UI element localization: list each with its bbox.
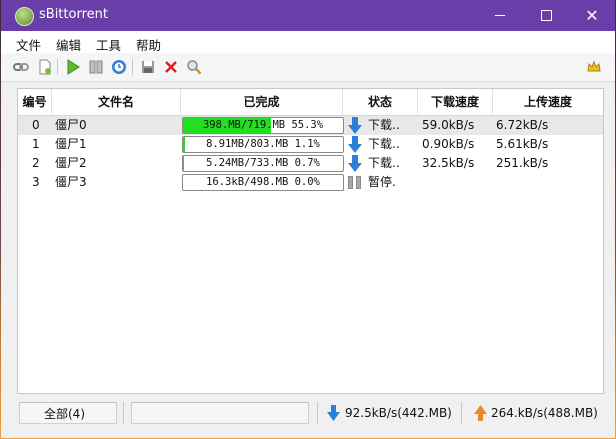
status-divider xyxy=(317,402,318,424)
row-name: 僵尸1 xyxy=(55,137,87,151)
column-header-up-speed[interactable]: 上传速度 xyxy=(493,89,603,115)
add-link-button[interactable] xyxy=(12,58,30,76)
delete-button[interactable] xyxy=(162,58,180,76)
pause-button[interactable] xyxy=(87,58,105,76)
column-header-id[interactable]: 编号 xyxy=(18,89,52,115)
progress-bar: 8.91MB/803.MB 1.1% xyxy=(182,136,344,153)
progress-text: 16.3kB/498.MB 0.0% xyxy=(206,176,320,188)
progress-text: 398.MB/719.MB 55.3% xyxy=(202,119,324,131)
toolbar-separator xyxy=(132,59,133,75)
toolbar-separator xyxy=(57,59,58,75)
clock-icon xyxy=(112,60,126,74)
pause-icon xyxy=(89,60,103,74)
new-file-icon xyxy=(39,59,51,75)
download-arrow-icon xyxy=(327,405,340,421)
play-icon xyxy=(67,59,80,75)
search-button[interactable] xyxy=(185,58,203,76)
menu-file[interactable]: 文件 xyxy=(16,35,41,54)
row-up-speed: 5.61kB/s xyxy=(496,137,549,151)
progress-text: 8.91MB/803.MB 1.1% xyxy=(206,138,320,150)
progress-bar: 5.24MB/733.MB 0.7% xyxy=(182,155,344,172)
table-header: 编号 文件名 已完成 状态 下载速度 上传速度 xyxy=(18,89,603,116)
row-up-speed: 251.kB/s xyxy=(496,156,549,170)
row-down-speed: 0.90kB/s xyxy=(422,137,475,151)
status-empty-panel xyxy=(131,402,309,424)
download-arrow-icon xyxy=(348,136,362,153)
maximize-icon xyxy=(540,10,552,21)
menu-tools[interactable]: 工具 xyxy=(96,35,121,54)
row-status: 下载.. xyxy=(368,118,400,132)
close-icon: ✕ xyxy=(585,5,599,25)
row-status: 下载.. xyxy=(368,137,400,151)
maximize-button[interactable] xyxy=(523,0,569,31)
row-up-speed: 6.72kB/s xyxy=(496,118,549,132)
skin-button[interactable] xyxy=(585,58,603,76)
link-icon xyxy=(13,63,29,71)
app-logo-icon xyxy=(15,7,34,26)
minimize-icon xyxy=(495,15,505,16)
status-divider xyxy=(461,402,462,424)
window-title: sBittorrent xyxy=(39,7,108,22)
row-name: 僵尸2 xyxy=(55,156,87,170)
row-id: 1 xyxy=(32,137,40,151)
download-arrow-icon xyxy=(348,155,362,172)
search-icon xyxy=(187,60,202,75)
row-down-speed: 59.0kB/s xyxy=(422,118,475,132)
table-row[interactable]: 1 僵尸1 8.91MB/803.MB 1.1% 下载.. 0.90kB/s 5… xyxy=(18,135,603,154)
row-id: 0 xyxy=(32,118,40,132)
progress-bar: 16.3kB/498.MB 0.0% xyxy=(182,174,344,191)
pause-icon xyxy=(348,176,362,189)
close-button[interactable]: ✕ xyxy=(569,0,615,31)
torrent-table: 编号 文件名 已完成 状态 下载速度 上传速度 0 僵尸0 398.MB/719… xyxy=(17,88,604,394)
menu-bar: 文件 编辑 工具 帮助 xyxy=(1,31,615,53)
table-row[interactable]: 2 僵尸2 5.24MB/733.MB 0.7% 下载.. 32.5kB/s 2… xyxy=(18,154,603,173)
row-id: 3 xyxy=(32,175,40,189)
column-header-down-speed[interactable]: 下载速度 xyxy=(418,89,493,115)
row-status: 下载.. xyxy=(368,156,400,170)
upload-arrow-icon xyxy=(474,405,487,421)
title-bar[interactable]: sBittorrent ✕ xyxy=(1,0,615,31)
table-row[interactable]: 0 僵尸0 398.MB/719.MB 55.3% 下载.. 59.0kB/s … xyxy=(18,116,603,135)
column-header-progress[interactable]: 已完成 xyxy=(181,89,343,115)
row-name: 僵尸0 xyxy=(55,118,87,132)
toolbar xyxy=(1,53,615,82)
row-id: 2 xyxy=(32,156,40,170)
row-down-speed: 32.5kB/s xyxy=(422,156,475,170)
table-row[interactable]: 3 僵尸3 16.3kB/498.MB 0.0% 暂停. xyxy=(18,173,603,192)
upload-total: 264.kB/s(488.MB) xyxy=(491,406,598,420)
delete-x-icon xyxy=(165,61,177,73)
add-file-button[interactable] xyxy=(36,58,54,76)
floppy-icon xyxy=(142,61,154,73)
progress-bar: 398.MB/719.MB 55.3% xyxy=(182,117,344,134)
speed-limit-button[interactable] xyxy=(110,58,128,76)
start-button[interactable] xyxy=(64,58,82,76)
column-header-status[interactable]: 状态 xyxy=(343,89,418,115)
row-status: 暂停. xyxy=(368,175,396,189)
crown-icon xyxy=(587,60,601,72)
row-name: 僵尸3 xyxy=(55,175,87,189)
download-arrow-icon xyxy=(348,117,362,134)
status-bar: 全部(4) 92.5kB/s(442.MB) 264.kB/s(488.MB) xyxy=(1,398,615,428)
status-divider xyxy=(123,402,124,424)
save-button[interactable] xyxy=(139,58,157,76)
filter-all-label: 全部(4) xyxy=(44,407,85,421)
progress-text: 5.24MB/733.MB 0.7% xyxy=(206,157,320,169)
filter-all-panel[interactable]: 全部(4) xyxy=(19,402,117,424)
app-window: sBittorrent ✕ 文件 编辑 工具 帮助 编号 文件名 已完成 状态 … xyxy=(1,0,615,438)
download-total: 92.5kB/s(442.MB) xyxy=(345,406,452,420)
menu-edit[interactable]: 编辑 xyxy=(56,35,81,54)
menu-help[interactable]: 帮助 xyxy=(136,35,161,54)
minimize-button[interactable] xyxy=(477,0,523,31)
column-header-name[interactable]: 文件名 xyxy=(52,89,181,115)
